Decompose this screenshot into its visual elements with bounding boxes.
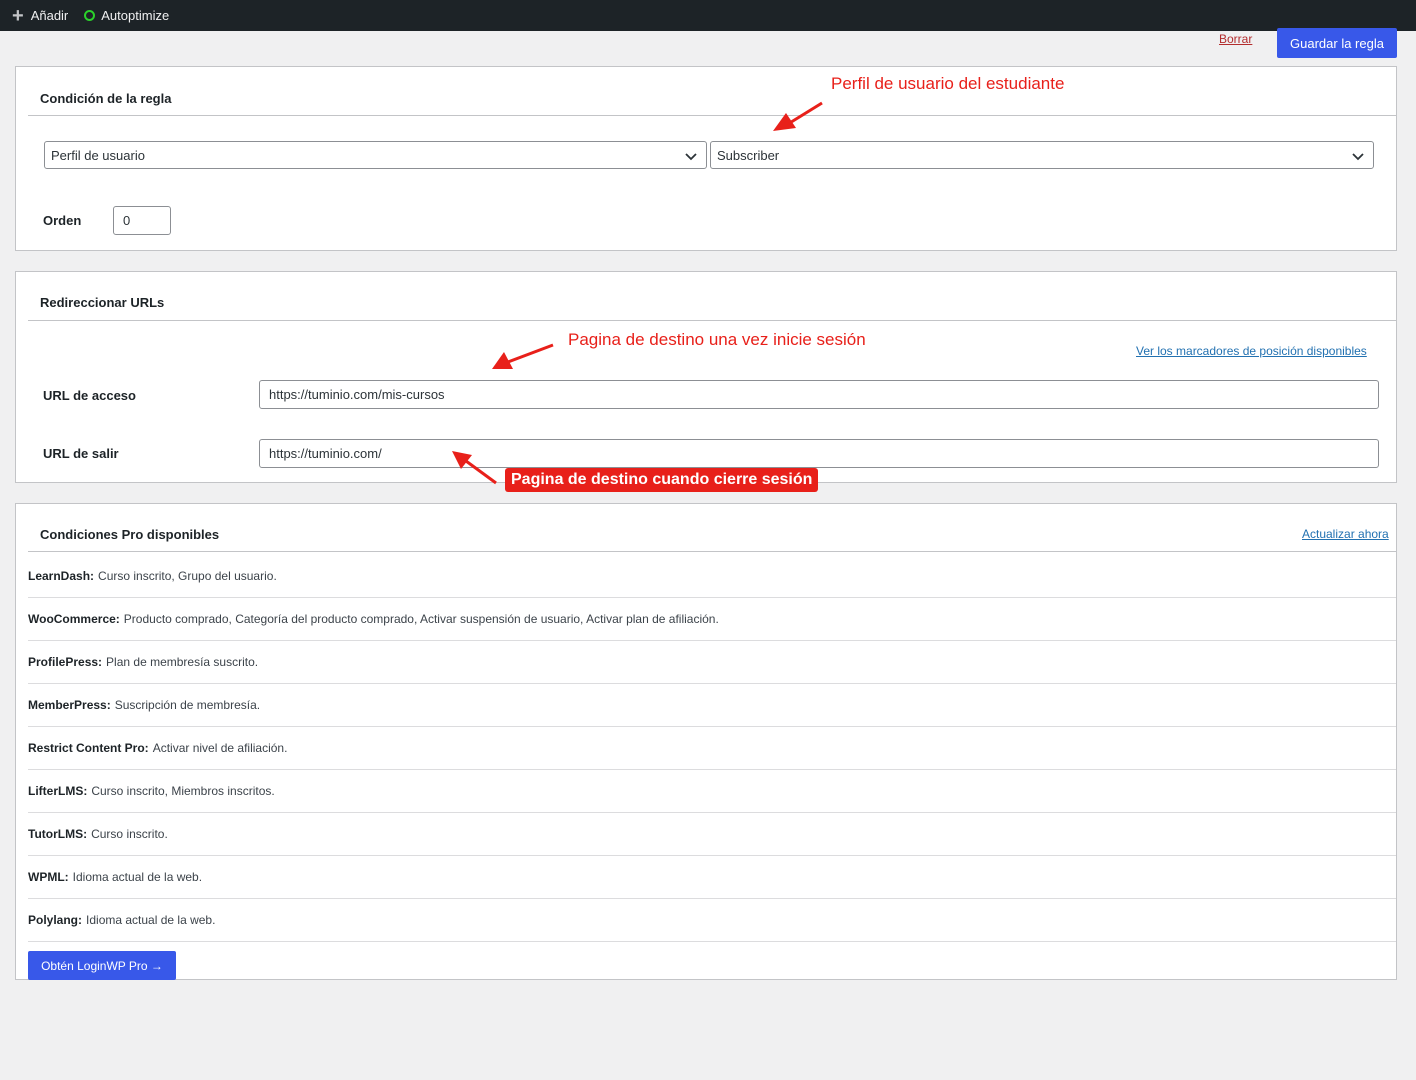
add-new-label: Añadir [30, 8, 69, 23]
pro-condition-desc: Idioma actual de la web. [86, 913, 216, 927]
upgrade-now-link[interactable]: Actualizar ahora [1302, 527, 1389, 541]
pro-conditions-card: Condiciones Pro disponibles Actualizar a… [15, 503, 1397, 980]
pro-condition-row: LifterLMS: Curso inscrito, Miembros inscr… [28, 770, 1396, 813]
pro-condition-row: Polylang: Idioma actual de la web. [28, 899, 1396, 942]
chevron-down-icon [685, 153, 697, 161]
delete-rule-link[interactable]: Borrar [1219, 32, 1252, 46]
pro-condition-desc: Curso inscrito, Grupo del usuario. [98, 569, 277, 583]
pro-condition-name: WooCommerce: [28, 612, 120, 626]
annotation-logout-destination: Pagina de destino cuando cierre sesión [505, 468, 819, 492]
logout-url-value: https://tuminio.com/ [269, 446, 382, 461]
admin-bar: + Añadir Autoptimize [0, 0, 1416, 31]
condition-value-select[interactable]: Subscriber [710, 141, 1374, 169]
pro-condition-desc: Producto comprado, Categoría del product… [123, 612, 719, 626]
order-label: Orden [43, 213, 82, 228]
redirect-urls-title: Redireccionar URLs [40, 295, 165, 310]
plus-icon: + [12, 4, 24, 27]
placeholders-link[interactable]: Ver los marcadores de posición disponibl… [1136, 344, 1367, 358]
pro-condition-name: ProfilePress: [28, 655, 103, 669]
divider [28, 551, 1397, 552]
pro-condition-row: LearnDash: Curso inscrito, Grupo del usua… [28, 555, 1396, 598]
pro-condition-name: MemberPress: [28, 698, 111, 712]
save-rule-button[interactable]: Guardar la regla [1277, 28, 1397, 58]
pro-condition-desc: Curso inscrito. [91, 827, 168, 841]
pro-condition-name: Polylang: [28, 913, 83, 927]
pro-condition-row: WPML: Idioma actual de la web. [28, 856, 1396, 899]
get-pro-button[interactable]: Obtén LoginWP Pro → [28, 951, 176, 980]
pro-condition-name: WPML: [28, 870, 69, 884]
redirect-urls-card: Redireccionar URLs Ver los marcadores de… [15, 271, 1397, 483]
rule-condition-card: Condición de la regla Perfil de usuario … [15, 66, 1397, 251]
annotation-login-destination: Pagina de destino una vez inicie sesión [568, 330, 866, 349]
pro-condition-desc: Plan de membresía suscrito. [106, 655, 259, 669]
pro-condition-desc: Suscripción de membresía. [114, 698, 261, 712]
login-url-input[interactable]: https://tuminio.com/mis-cursos [259, 380, 1379, 409]
login-url-value: https://tuminio.com/mis-cursos [269, 387, 445, 402]
pro-condition-desc: Activar nivel de afiliación. [152, 741, 288, 755]
add-new-menu[interactable]: + Añadir [12, 6, 68, 26]
pro-condition-row: ProfilePress: Plan de membresía suscrito. [28, 641, 1396, 684]
autoptimize-menu[interactable]: Autoptimize [84, 8, 169, 23]
order-input[interactable]: 0 [113, 206, 171, 235]
login-url-label: URL de acceso [43, 388, 136, 403]
divider [28, 320, 1397, 321]
autoptimize-label: Autoptimize [101, 8, 170, 23]
pro-condition-desc: Curso inscrito, Miembros inscritos. [91, 784, 275, 798]
rule-condition-title: Condición de la regla [40, 91, 172, 106]
pro-condition-name: TutorLMS: [28, 827, 88, 841]
pro-condition-row: Restrict Content Pro: Activar nivel de af… [28, 727, 1396, 770]
condition-field-value: Perfil de usuario [51, 147, 145, 163]
divider [28, 115, 1397, 116]
logout-url-input[interactable]: https://tuminio.com/ [259, 439, 1379, 468]
pro-conditions-title: Condiciones Pro disponibles [40, 527, 220, 542]
pro-condition-name: LifterLMS: [28, 784, 88, 798]
logout-url-label: URL de salir [43, 446, 119, 461]
pro-condition-name: Restrict Content Pro: [28, 741, 149, 755]
pro-condition-row: TutorLMS: Curso inscrito. [28, 813, 1396, 856]
pro-condition-row: WooCommerce: Producto comprado, Categoría… [28, 598, 1396, 641]
chevron-down-icon [1352, 153, 1364, 161]
condition-value-text: Subscriber [717, 147, 780, 163]
pro-condition-desc: Idioma actual de la web. [72, 870, 203, 884]
status-circle-icon [84, 10, 96, 21]
condition-field-select[interactable]: Perfil de usuario [44, 141, 707, 169]
pro-condition-name: LearnDash: [28, 569, 95, 583]
pro-condition-row: MemberPress: Suscripción de membresía. [28, 684, 1396, 727]
annotation-user-profile: Perfil de usuario del estudiante [831, 74, 1065, 93]
order-value: 0 [123, 213, 131, 228]
